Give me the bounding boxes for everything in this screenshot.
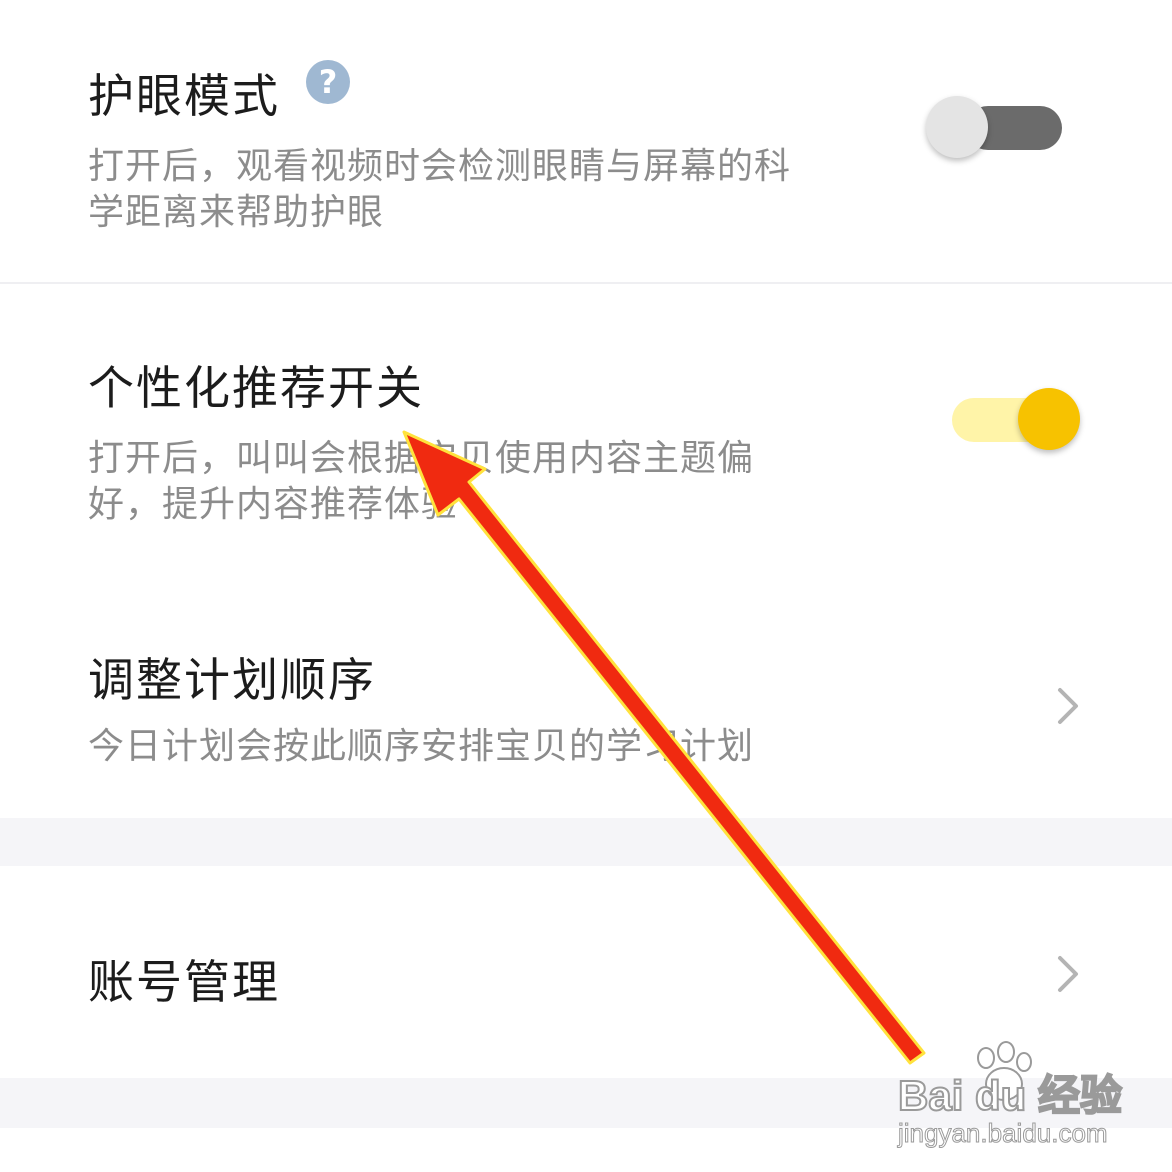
account-title: 账号管理	[88, 955, 280, 1009]
toggle-knob	[1018, 388, 1080, 450]
eye-mode-desc-line2: 学距离来帮助护眼	[88, 192, 385, 233]
chevron-right-icon	[1058, 688, 1078, 724]
plan-order-description: 今日计划会按此顺序安排宝贝的学习计划	[88, 724, 754, 770]
setting-row-eye-mode: 护眼模式 ? 打开后，观看视频时会检测眼睛与屏幕的科 学距离来帮助护眼	[0, 0, 1172, 282]
personalized-desc-line2: 好，提升内容推荐体验	[88, 484, 459, 525]
setting-row-personalized: 个性化推荐开关 打开后，叫叫会根据宝贝使用内容主题偏 好，提升内容推荐体验	[0, 284, 1172, 574]
settings-page: 护眼模式 ? 打开后，观看视频时会检测眼睛与屏幕的科 学距离来帮助护眼 个性化推…	[0, 0, 1172, 1172]
question-circle-icon[interactable]: ?	[306, 60, 350, 104]
eye-mode-desc-line1: 打开后，观看视频时会检测眼睛与屏幕的科	[88, 146, 792, 187]
personalized-title: 个性化推荐开关	[88, 361, 424, 415]
eye-mode-toggle[interactable]	[926, 96, 1062, 160]
eye-mode-title: 护眼模式	[88, 69, 280, 123]
eye-mode-description: 打开后，观看视频时会检测眼睛与屏幕的科 学距离来帮助护眼	[88, 144, 791, 236]
chevron-right-icon	[1058, 956, 1078, 992]
toggle-knob	[926, 96, 988, 158]
personalized-description: 打开后，叫叫会根据宝贝使用内容主题偏 好，提升内容推荐体验	[88, 436, 754, 528]
baidu-watermark: Bai du 经验 jingyan.baidu.com	[897, 1040, 1158, 1150]
watermark-logo: Bai du 经验	[897, 1071, 1123, 1120]
plan-order-desc-line1: 今日计划会按此顺序安排宝贝的学习计划	[88, 726, 755, 767]
setting-row-plan-order[interactable]: 调整计划顺序 今日计划会按此顺序安排宝贝的学习计划	[0, 574, 1172, 818]
section-gap	[0, 818, 1172, 866]
plan-order-title: 调整计划顺序	[88, 653, 376, 707]
watermark-url: jingyan.baidu.com	[898, 1118, 1109, 1149]
personalized-desc-line1: 打开后，叫叫会根据宝贝使用内容主题偏	[88, 438, 755, 479]
personalized-toggle[interactable]	[952, 388, 1080, 452]
